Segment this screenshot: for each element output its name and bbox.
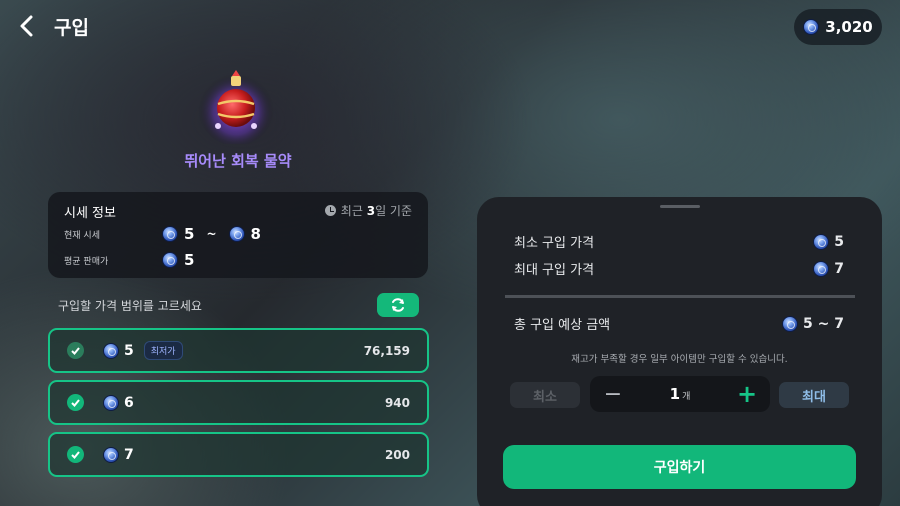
divider — [505, 295, 855, 298]
coin-icon — [813, 260, 830, 277]
current-price-min: 5 — [184, 225, 195, 243]
decrease-button[interactable]: − — [590, 382, 636, 407]
total-row: 총 구입 예상 금액 5 ~ 7 — [514, 314, 844, 333]
check-icon — [67, 446, 84, 463]
quantity-unit: 개 — [682, 392, 691, 402]
lowest-price-badge: 최저가 — [143, 341, 183, 360]
coin-icon — [813, 233, 830, 250]
market-info-title: 시세 정보 — [64, 206, 116, 221]
coin-icon — [103, 446, 119, 463]
max-price-value: 7 — [834, 260, 844, 277]
coin-icon — [162, 226, 178, 242]
quantity-stepper: − 1개 + — [590, 376, 770, 412]
max-price-row: 최대 구입 가격 7 — [514, 259, 844, 278]
current-price-label: 현재 시세 — [64, 230, 100, 241]
coin-icon — [228, 226, 245, 242]
coin-icon — [782, 315, 799, 332]
option-quantity: 76,159 — [363, 343, 410, 358]
market-basis: 최근 3일 기준 — [324, 202, 412, 219]
price-range-label: 구입할 가격 범위를 고르세요 — [58, 299, 202, 313]
option-quantity: 200 — [384, 447, 410, 462]
quantity-value: 1개 — [636, 385, 724, 403]
max-price-label: 최대 구입 가격 — [514, 263, 595, 278]
coin-icon — [103, 342, 119, 359]
current-price-row: 현재 시세 5 ~ 8 — [64, 225, 261, 243]
current-price-max: 8 — [250, 225, 261, 243]
market-info-card: 시세 정보 최근 3일 기준 현재 시세 5 ~ 8 평균 판매가 5 — [48, 192, 428, 278]
check-icon — [67, 394, 84, 411]
coin-icon — [803, 19, 820, 35]
buy-button[interactable]: 구입하기 — [503, 445, 856, 489]
price-option-6[interactable]: 6 940 — [48, 380, 429, 425]
max-button[interactable]: 최대 — [779, 382, 849, 408]
total-value: 5 ~ 7 — [803, 315, 844, 332]
page-title: 구입 — [54, 17, 89, 39]
min-price-value: 5 — [834, 233, 844, 250]
price-option-7[interactable]: 7 200 — [48, 432, 429, 477]
clock-icon — [324, 205, 336, 216]
option-quantity: 940 — [384, 395, 410, 410]
refresh-button[interactable] — [377, 293, 419, 317]
min-price-row: 최소 구입 가격 5 — [514, 232, 844, 251]
currency-balance: 3,020 — [794, 9, 882, 45]
min-button[interactable]: 최소 — [510, 382, 580, 408]
red-potion-icon — [196, 64, 276, 146]
drag-handle[interactable] — [660, 205, 700, 208]
option-price: 5 — [124, 342, 134, 359]
purchase-panel: 최소 구입 가격 5 최대 구입 가격 7 총 구입 예상 금액 5 ~ 7 재… — [477, 197, 882, 506]
min-price-label: 최소 구입 가격 — [514, 236, 595, 251]
total-label: 총 구입 예상 금액 — [514, 318, 611, 333]
stock-notice: 재고가 부족할 경우 일부 아이템만 구입할 수 있습니다. — [571, 354, 788, 365]
price-option-5[interactable]: 5 최저가 76,159 — [48, 328, 429, 373]
item-name: 뛰어난 회복 물약 — [184, 152, 292, 170]
check-icon — [67, 342, 84, 359]
option-price: 6 — [124, 394, 134, 411]
back-button[interactable] — [16, 14, 38, 38]
coin-icon — [162, 252, 178, 268]
chevron-left-icon — [20, 15, 33, 37]
basis-suffix: 일 기준 — [375, 204, 412, 218]
avg-price-label: 평균 판매가 — [64, 256, 109, 267]
quantity-count: 1 — [669, 385, 681, 403]
avg-price-row: 평균 판매가 5 — [64, 251, 194, 269]
basis-prefix: 최근 — [340, 204, 367, 218]
basis-days: 3 — [366, 204, 376, 218]
option-price: 7 — [124, 446, 134, 463]
avg-price-value: 5 — [184, 251, 195, 269]
balance-amount: 3,020 — [825, 18, 873, 36]
increase-button[interactable]: + — [724, 380, 770, 408]
coin-icon — [103, 394, 119, 411]
refresh-icon — [392, 298, 404, 312]
range-tilde: ~ — [206, 227, 217, 241]
